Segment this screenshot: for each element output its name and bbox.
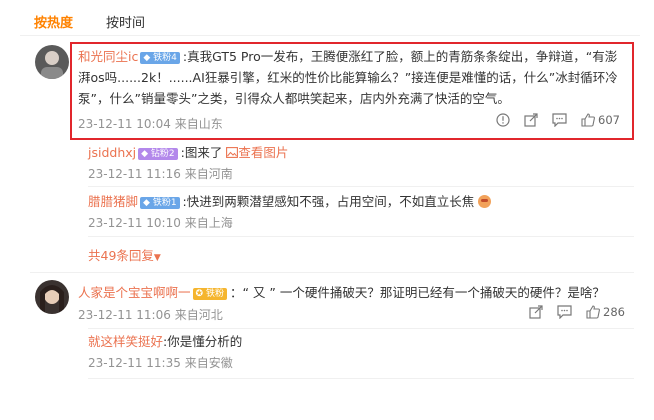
chevron-down-icon: ▼	[153, 253, 161, 263]
diamond-icon: ◆	[141, 149, 149, 159]
reply-divider	[88, 378, 634, 379]
fan-badge-label: 铁粉	[205, 289, 224, 299]
avatar[interactable]	[35, 280, 69, 314]
share-icon[interactable]	[529, 305, 543, 319]
emoji-icon	[478, 195, 492, 208]
reply-location: 来自河南	[184, 167, 233, 181]
reply-username[interactable]: 就这样笑挺好	[88, 334, 163, 349]
reply-username[interactable]: 腊腊猪脚	[88, 194, 138, 209]
reply-location: 来自上海	[184, 216, 233, 230]
fan-badge: ✪ 铁粉	[192, 288, 227, 300]
comment-meta: 23-12-11 10:04 来自山东	[78, 115, 223, 132]
share-icon[interactable]	[524, 113, 538, 127]
more-replies-button[interactable]: 共49条回复▼	[88, 245, 161, 264]
comment-divider	[30, 272, 634, 273]
reply-text: :你是懂分析的	[163, 334, 243, 349]
tabs-divider	[20, 35, 640, 36]
comment-time: 23-12-11 11:06	[78, 308, 171, 322]
view-image-label: 查看图片	[238, 145, 289, 160]
reply-item: 腊腊猪脚 ◆ 铁粉1:快进到两颗潜望感知不强，占用空间，不如直立长焦 23-12-…	[88, 191, 492, 231]
fan-badge-label: 铁粉1	[152, 198, 177, 208]
like-icon	[586, 305, 600, 319]
avatar[interactable]	[35, 45, 69, 79]
like-count: 607	[598, 113, 620, 127]
comment-text: ：“ 又 ” 一个硬件捅破天？那证明已经有一个捅破天的硬件？是啥？	[229, 285, 605, 300]
reply-time: 23-12-11 11:16	[88, 167, 181, 181]
fan-badge: ◆ 铁粉4	[140, 52, 180, 64]
report-icon[interactable]	[496, 113, 510, 127]
diamond-icon: ◆	[143, 198, 150, 208]
comment-meta: 23-12-11 11:06 来自河北	[78, 306, 223, 323]
reply-time: 23-12-11 10:10	[88, 216, 181, 230]
like-icon	[581, 113, 595, 127]
reply-location: 来自安徽	[184, 356, 233, 370]
reply-time: 23-12-11 11:35	[88, 356, 181, 370]
tab-time[interactable]: 按时间	[106, 12, 145, 31]
reply-item: 就这样笑挺好:你是懂分析的 23-12-11 11:35 来自安徽	[88, 331, 242, 371]
reply-item: jsiddhxj ◆ 钻粉2:图来了 查看图片 23-12-11 11:16 来自…	[88, 142, 288, 182]
diamond-icon: ◆	[143, 53, 151, 63]
comment-location: 来自山东	[174, 117, 223, 131]
reply-divider	[88, 236, 634, 237]
reply-text: :图来了	[180, 145, 223, 160]
reply-divider	[88, 328, 634, 329]
comment-actions: 607	[496, 113, 620, 127]
more-replies-label: 共49条回复	[88, 248, 154, 263]
view-image-link[interactable]: 查看图片	[226, 145, 288, 160]
fan-badge-label: 铁粉4	[153, 53, 177, 63]
comment-header: 人家是个宝宝啊啊一 ✪ 铁粉 ：“ 又 ” 一个硬件捅破天？那证明已经有一个捅破天的…	[78, 282, 605, 303]
reply-divider	[88, 186, 634, 187]
avatar-image	[35, 45, 69, 79]
comment-location: 来自河北	[174, 308, 223, 322]
comment-actions: 286	[529, 305, 625, 319]
fan-badge: ◆ 铁粉1	[140, 197, 180, 209]
like-button[interactable]: 286	[586, 305, 625, 319]
comment-icon[interactable]	[552, 113, 567, 127]
reply-text: :快进到两颗潜望感知不强，占用空间，不如直立长焦	[182, 194, 475, 209]
comment-username[interactable]: 和光同尘ic	[78, 49, 138, 64]
fan-badge: ◆ 钻粉2	[138, 148, 178, 160]
fan-badge-label: 钻粉2	[150, 149, 175, 159]
comment-time: 23-12-11 10:04	[78, 117, 171, 131]
avatar-image	[35, 280, 69, 314]
comment-icon[interactable]	[557, 305, 572, 319]
tab-hot[interactable]: 按热度	[34, 12, 73, 31]
medal-icon: ✪	[195, 289, 204, 299]
like-button[interactable]: 607	[581, 113, 620, 127]
like-count: 286	[603, 305, 625, 319]
reply-username[interactable]: jsiddhxj	[88, 145, 136, 160]
image-icon	[226, 147, 239, 158]
comment-header: 和光同尘ic ◆ 铁粉4:真我GT5 Pro一发布，王腾便涨红了脸，额上的青筋条条…	[78, 46, 626, 109]
comment-username[interactable]: 人家是个宝宝啊啊一	[78, 285, 191, 300]
